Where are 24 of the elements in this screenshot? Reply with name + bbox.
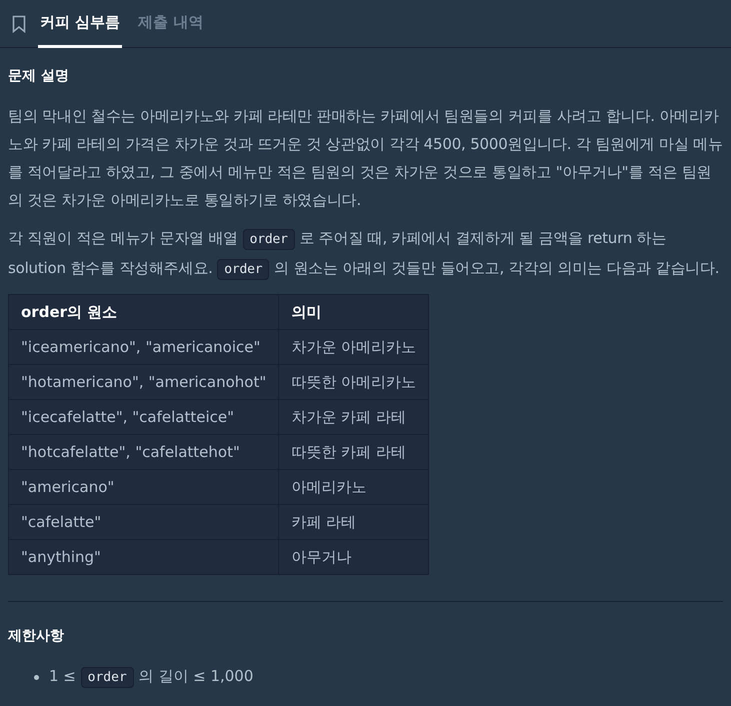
table-cell: "anything" [8, 540, 279, 574]
table-cell: "hotamericano", "americanohot" [8, 364, 279, 400]
list-item: 1 ≤ order 의 길이 ≤ 1,000 [49, 662, 254, 692]
table-cell: 따뜻한 카페 라테 [278, 434, 429, 470]
table-cell: 카페 라테 [278, 504, 429, 540]
table-cell: 차가운 아메리카노 [278, 330, 429, 364]
section-heading: 문제 설명 [8, 67, 70, 86]
tab[interactable]: 커피 심부름 [38, 0, 122, 48]
bookmark-icon[interactable] [12, 14, 26, 32]
section-heading: 제한사항 [8, 627, 65, 646]
table-cell: "americano" [8, 470, 279, 504]
bullet-icon [34, 674, 39, 680]
table-cell: "cafelatte" [8, 504, 279, 540]
table-cell: "icecafelatte", "cafelatteice" [8, 400, 279, 434]
table-cell: 아메리카노 [278, 470, 429, 504]
table-cell: 차가운 카페 라테 [278, 400, 429, 434]
table-cell: "hotcafelatte", "cafelattehot" [8, 434, 279, 470]
table-header-cell: 의미 [278, 294, 429, 330]
table-header-cell: order의 원소 [8, 294, 279, 330]
paragraph: 팀의 막내인 철수는 아메리카노와 카페 라테만 판매하는 카페에서 팀원들의 커피를 사려고 합니다. 아메리카노와 카페 라테의 가격은 차가운 것과 뜨거운 것 상관없이 각각 4500, 5000원입니다. 각 팀원에게 마실 메뉴를 적어달라고 하였고, 그 중에서 메뉴만 적은 팀원의 것은 차가운 것으로 통일하고 "아무거나"를 적은 팀원의 것은 차가운 아메리카노로 통일하기로 하였습니다. [8, 106, 723, 211]
table-cell: 아무거나 [278, 540, 429, 574]
paragraph: 각 직원이 적은 메뉴가 문자열 배열 order 로 주어질 때, 카페에서 결제하게 될 금액을 return 하는 solution 함수를 작성해주세요. order 의 원소는 아래의 것들만 들어오고, 각각의 의미는 다음과 같습니다. [8, 224, 723, 284]
table-cell: "iceamericano", "americanoice" [8, 330, 279, 364]
table-cell: 따뜻한 아메리카노 [278, 364, 429, 400]
